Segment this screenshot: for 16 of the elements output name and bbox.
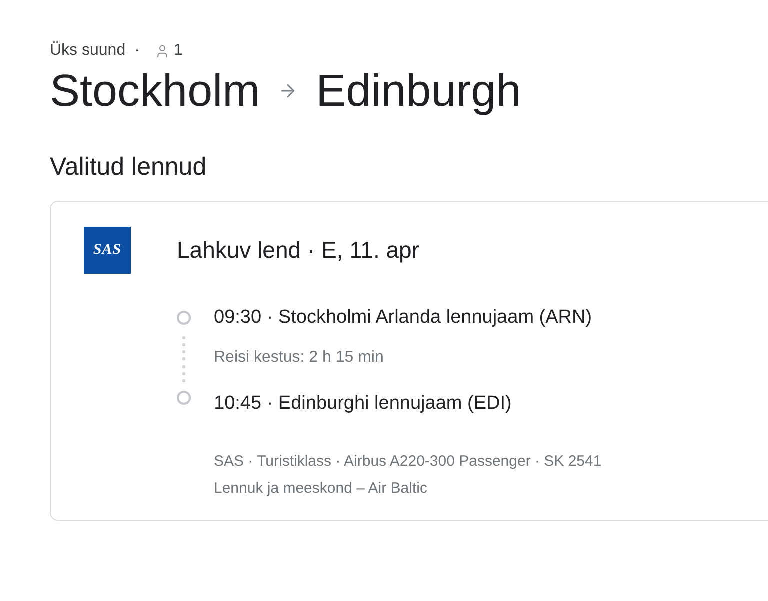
origin-city: Stockholm <box>50 65 260 117</box>
flight-duration: Reisi kestus: 2 h 15 min <box>214 348 384 368</box>
section-title: Valitud lennud <box>50 152 207 183</box>
trip-type: Üks suund <box>50 41 126 61</box>
flight-heading: Lahkuv lend · E, 11. apr <box>177 236 420 265</box>
stop-circle-icon <box>177 391 191 405</box>
airline-logo: SAS <box>84 227 131 274</box>
flight-details: SAS · Turistiklass · Airbus A220-300 Passenger · SK 2541 <box>214 452 602 472</box>
stop-time-airport: 09:30 · Stockholmi Arlanda lennujaam (ARN) <box>214 306 592 330</box>
stop-time-airport: 10:45 · Edinburghi lennujaam (EDI) <box>214 392 512 416</box>
person-icon <box>154 44 170 58</box>
passenger-count: 1 <box>174 41 183 61</box>
separator-dot: · <box>134 41 140 61</box>
operator-note: Lennuk ja meeskond – Air Baltic <box>214 479 428 499</box>
stop-circle-icon <box>177 311 191 325</box>
destination-city: Edinburgh <box>316 65 522 117</box>
